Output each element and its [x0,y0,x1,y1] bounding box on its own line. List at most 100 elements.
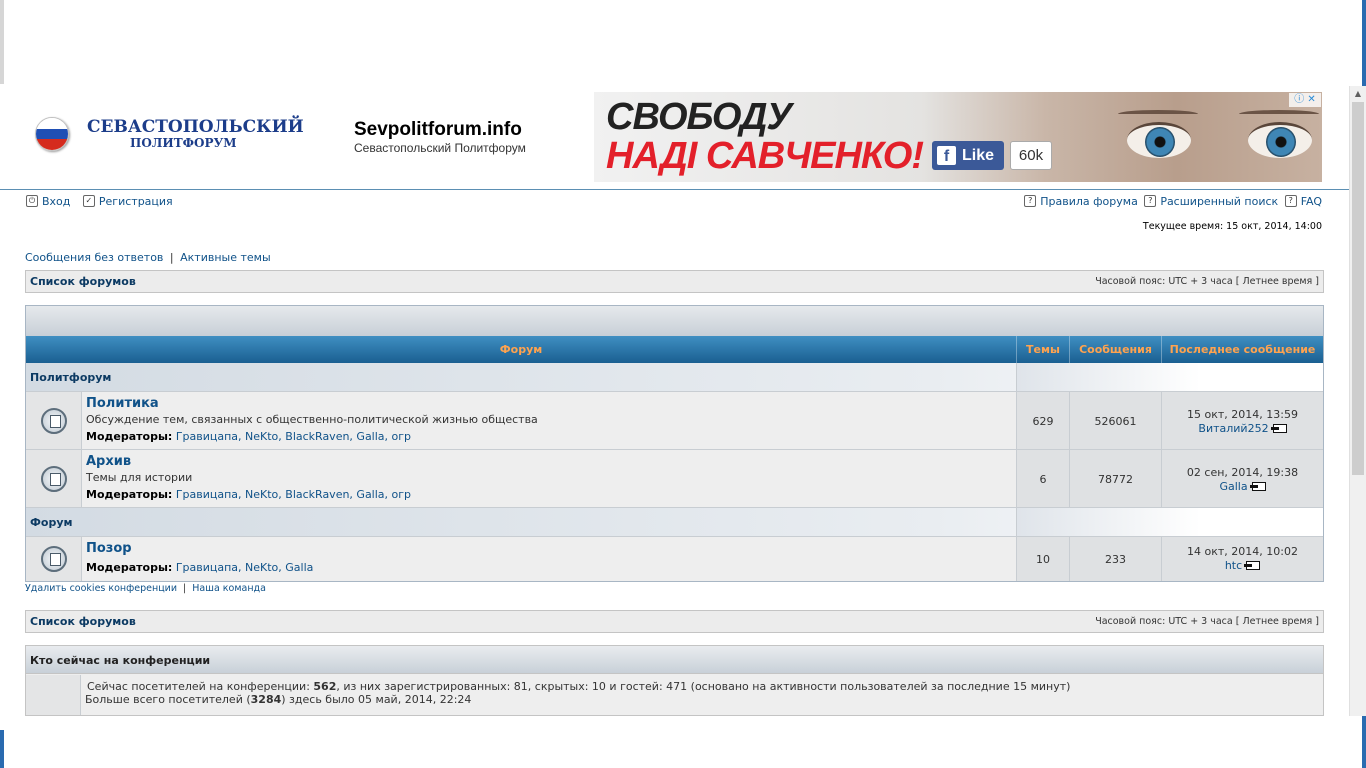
forum-row: Политика Обсуждение тем, связанных с общ… [26,391,1323,449]
category-title[interactable]: Форум [30,516,73,529]
login-link[interactable]: ⏻ Вход [26,195,70,208]
separator: | [169,251,174,264]
posts-count: 78772 [1098,473,1133,486]
forum-moderators: Модераторы: Гравицапа, NeKto, BlackRaven… [86,430,411,443]
category-title[interactable]: Политфорум [30,371,111,384]
ad-banner[interactable]: СВОБОДУ НАДІ САВЧЕНКО! f Like 60k ⓘ ✕ [594,92,1322,182]
register-link[interactable]: ✓ Регистрация [82,194,173,208]
online-title: Кто сейчас на конференции [30,654,211,667]
facebook-like-button[interactable]: f Like [932,141,1004,170]
column-last-post: Последнее сообщение [1161,336,1323,363]
online-record-count: 3284 [250,693,282,706]
rules-icon: ? [1024,195,1037,207]
last-post-cell: 02 сен, 2014, 19:38 Galla [1161,450,1323,507]
forum-description: Темы для истории [86,471,193,484]
advanced-search-link[interactable]: ? Расширенный поиск [1144,195,1278,208]
category-fill [1016,363,1323,391]
last-post-author-link[interactable]: Galla [1219,480,1247,493]
like-count: 60k [1010,141,1052,170]
window-edge [0,0,4,84]
category-row: Политфорум [26,363,1323,391]
register-icon: ✓ [82,195,95,207]
last-post-cell: 15 окт, 2014, 13:59 Виталий252 [1161,392,1323,449]
forum-index-link[interactable]: Список форумов [30,615,136,628]
category-fill [1016,508,1323,536]
last-post-date: 02 сен, 2014, 19:38 [1186,466,1299,479]
last-post-author: Galla [1162,480,1323,493]
forum-row: Архив Темы для истории Модераторы: Грави… [26,449,1323,507]
forum-read-icon [41,466,67,492]
last-post-date: 15 окт, 2014, 13:59 [1187,408,1298,421]
like-label: Like [962,147,995,164]
faq-icon: ? [1284,195,1297,207]
topics-count: 6 [1039,473,1047,486]
forum-list-table: Форум Темы Сообщения Последнее сообщение… [25,305,1324,582]
forum-title-link[interactable]: Позор [86,541,132,556]
online-header: Кто сейчас на конференции [26,646,1323,674]
facebook-icon: f [937,146,956,165]
faq-link[interactable]: ? FAQ [1284,194,1322,208]
last-post-cell: 14 окт, 2014, 10:02 htc [1161,537,1323,581]
current-time: Текущее время: 15 окт, 2014, 14:00 [1142,221,1322,232]
forum-moderators: Модераторы: Гравицапа, NeKto, BlackRaven… [86,488,411,501]
timezone-info: Часовой пояс: UTC + 3 часа [ Летнее врем… [1095,276,1319,287]
search-icon: ? [1144,195,1157,207]
forum-moderators: Модераторы: Гравицапа, NeKto, Galla [86,561,313,574]
scroll-thumb[interactable] [1352,102,1364,475]
rules-link[interactable]: ? Правила форума [1024,195,1138,208]
active-topics-link[interactable]: Активные темы [180,251,271,264]
forum-icon-cell [26,537,81,581]
site-name[interactable]: Sevpolitforum.info [354,119,522,141]
register-label: Регистрация [98,194,173,208]
logo-text-line1: СЕВАСТОПОЛЬСКИЙ [87,117,304,137]
footer-links: Удалить cookies конференции | Наша коман… [25,583,266,594]
goto-last-post-icon[interactable] [1249,482,1266,491]
posts-cell: 78772 [1069,450,1161,507]
adchoices-close-icon[interactable]: ⓘ ✕ [1289,93,1321,107]
forum-index-link[interactable]: Список форумов [30,275,136,288]
forum-description: Обсуждение тем, связанных с общественно-… [86,413,538,426]
last-post-author-link[interactable]: Виталий252 [1198,422,1268,435]
moderators-label: Модераторы: [86,561,173,574]
forum-row: Позор Модераторы: Гравицапа, NeKto, Gall… [26,536,1323,581]
online-stats-text: Сейчас посетителей на конференции: [87,680,314,693]
forum-title-link[interactable]: Политика [86,396,159,411]
russian-flag-icon [35,117,69,151]
online-record-text: Больше всего посетителей ( [85,693,251,706]
last-post-author: htc [1162,559,1323,572]
scroll-up-arrow-icon[interactable]: ▲ [1350,86,1366,101]
rules-label: Правила форума [1040,194,1138,208]
forum-title-link[interactable]: Архив [86,454,131,469]
forum-info-cell: Позор Модераторы: Гравицапа, NeKto, Gall… [81,537,1016,581]
logo-text-line2: ПОЛИТФОРУМ [130,136,237,150]
topics-cell: 629 [1016,392,1069,449]
moderator-links[interactable]: Гравицапа, NeKto, BlackRaven, Galla, огр [176,488,411,501]
breadcrumb-bar: Список форумов Часовой пояс: UTC + 3 час… [25,270,1324,293]
faq-label: FAQ [1300,194,1322,208]
login-icon: ⏻ [26,195,38,207]
banner-eyebrow [1239,110,1319,118]
vertical-scrollbar[interactable]: ▲ [1349,86,1366,716]
site-description: Севастопольский Политфорум [354,141,526,155]
posts-cell: 233 [1069,537,1161,581]
moderator-links[interactable]: Гравицапа, NeKto, BlackRaven, Galla, огр [176,430,411,443]
column-topics: Темы [1016,336,1069,363]
goto-last-post-icon[interactable] [1244,561,1261,570]
site-logo[interactable]: СЕВАСТОПОЛЬСКИЙ ПОЛИТФОРУМ [35,117,304,157]
goto-last-post-icon[interactable] [1270,424,1287,433]
moderators-label: Модераторы: [86,488,173,501]
moderator-links[interactable]: Гравицапа, NeKto, Galla [176,561,314,574]
last-post-date: 14 окт, 2014, 10:02 [1187,545,1298,558]
online-icon-cell [26,675,81,715]
page-bottom [4,716,1362,768]
quick-links: Сообщения без ответов | Активные темы [25,251,271,264]
table-top-bar [26,306,1323,336]
online-record-text: ) здесь было 05 май, 2014, 22:24 [281,693,472,706]
team-link[interactable]: Наша команда [192,583,266,594]
banner-headline-red: НАДІ САВЧЕНКО! [606,135,924,177]
user-nav: ⏻ Вход ✓ Регистрация [26,193,182,208]
last-post-author-link[interactable]: htc [1225,559,1242,572]
delete-cookies-link[interactable]: Удалить cookies конференции [25,583,177,594]
unanswered-posts-link[interactable]: Сообщения без ответов [25,251,163,264]
help-nav: ? Правила форума ? Расширенный поиск ? F… [1021,193,1322,208]
